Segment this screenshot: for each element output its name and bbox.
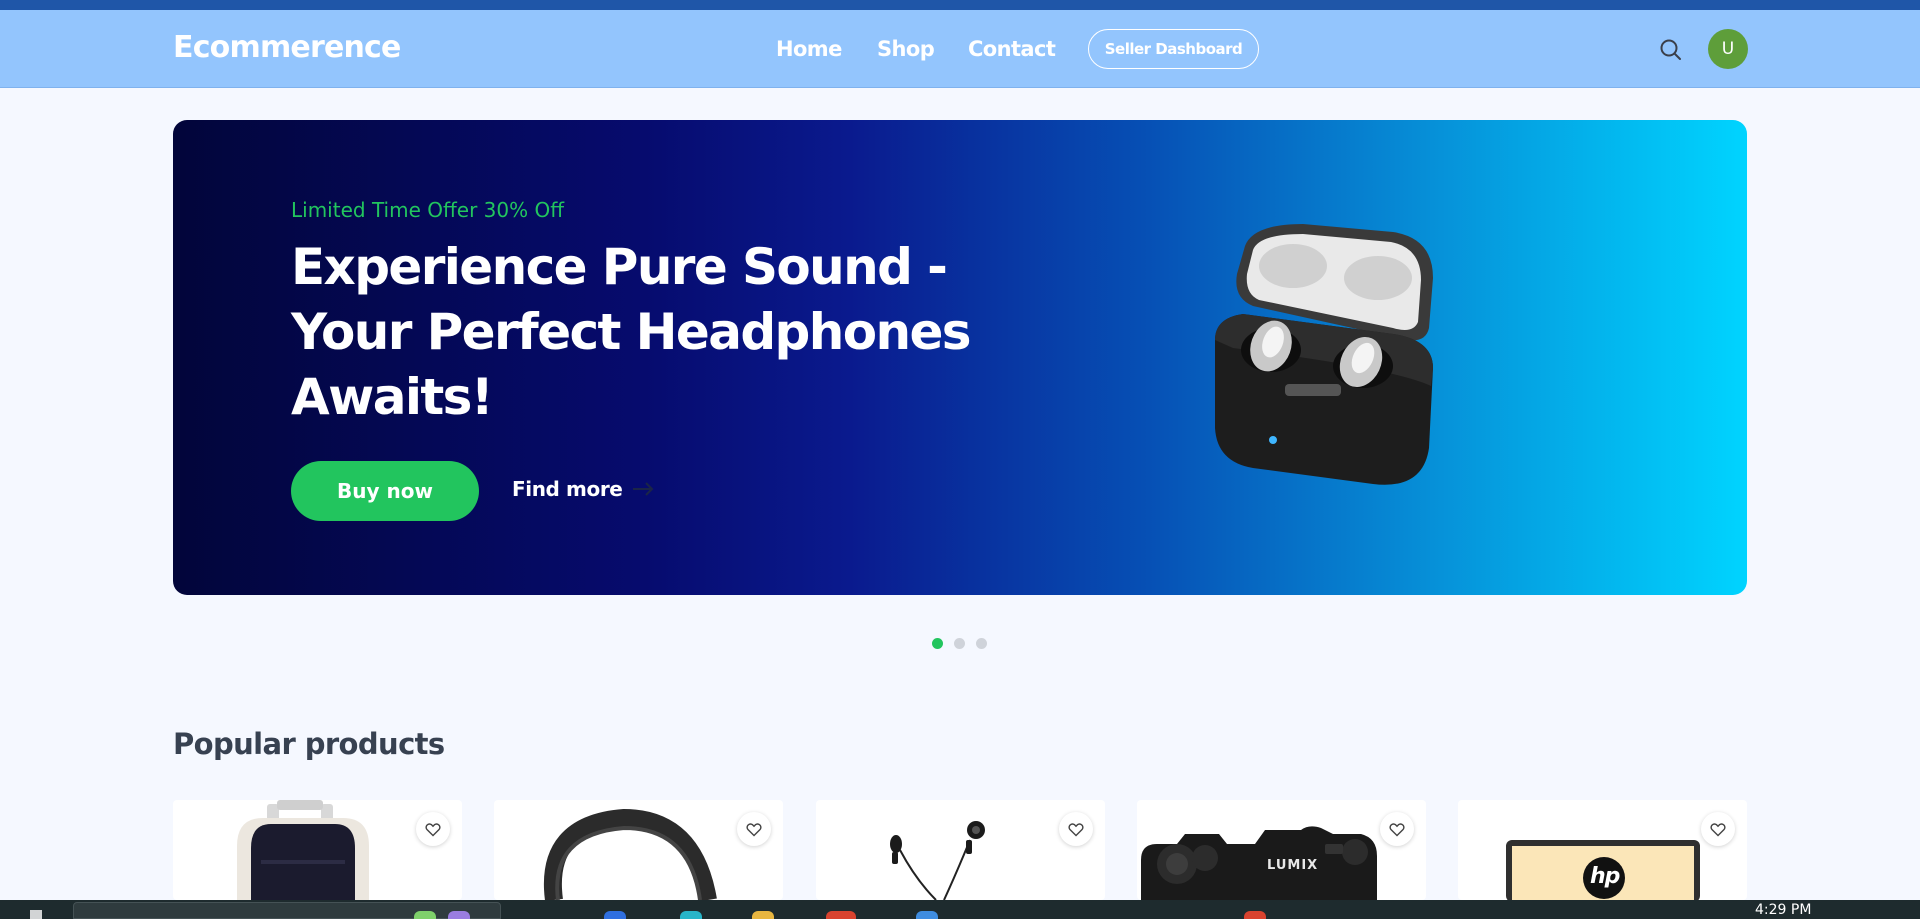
hero-offer: Limited Time Offer 30% Off <box>291 198 564 222</box>
taskbar-app-icon[interactable] <box>752 911 774 919</box>
wishlist-button[interactable] <box>1701 812 1735 846</box>
windows-start-icon[interactable] <box>30 910 42 919</box>
hero-title: Experience Pure Sound - Your Perfect Hea… <box>291 238 972 426</box>
taskbar-app-icon[interactable] <box>680 911 702 919</box>
nav-home[interactable]: Home <box>776 37 842 61</box>
navbar: Ecommerence Home Shop Contact Seller Das… <box>0 10 1920 88</box>
heart-icon <box>1710 822 1726 836</box>
product-list: LUMIX hp <box>173 800 1747 900</box>
find-more-link[interactable]: Find more <box>512 477 654 501</box>
carousel-dots <box>932 638 987 649</box>
camera-brand-label: LUMIX <box>1267 858 1319 873</box>
product-card[interactable] <box>816 800 1105 900</box>
backpack-image <box>237 800 369 900</box>
headphones-image <box>543 808 717 900</box>
heart-icon <box>425 822 441 836</box>
hero-banner: Limited Time Offer 30% Off Experience Pu… <box>173 120 1747 595</box>
product-card[interactable] <box>173 800 462 900</box>
browser-top-strip <box>0 0 1920 10</box>
taskbar-app-icon[interactable] <box>414 911 436 919</box>
taskbar-app-icon[interactable] <box>1244 911 1266 919</box>
wishlist-button[interactable] <box>416 812 450 846</box>
seller-dashboard-button[interactable]: Seller Dashboard <box>1088 29 1259 69</box>
product-card[interactable]: LUMIX <box>1137 800 1426 900</box>
arrow-right-icon <box>633 482 654 496</box>
taskbar-app-icon[interactable] <box>604 911 626 919</box>
logo[interactable]: Ecommerence <box>173 30 401 65</box>
wishlist-button[interactable] <box>1059 812 1093 846</box>
popular-products-title: Popular products <box>173 727 445 761</box>
wishlist-button[interactable] <box>737 812 771 846</box>
nav-contact[interactable]: Contact <box>968 37 1056 61</box>
user-avatar[interactable]: U <box>1708 29 1748 69</box>
buy-now-button[interactable]: Buy now <box>291 461 479 521</box>
taskbar-search-box[interactable] <box>73 902 501 919</box>
camera-image <box>1141 826 1377 900</box>
taskbar-app-icon[interactable] <box>916 911 938 919</box>
product-card[interactable] <box>494 800 783 900</box>
laptop-brand-label: hp <box>1590 864 1620 889</box>
product-card[interactable]: hp <box>1458 800 1747 900</box>
nav-shop[interactable]: Shop <box>877 37 935 61</box>
search-icon[interactable] <box>1658 37 1684 63</box>
os-taskbar: 4:29 PM <box>0 900 1920 919</box>
earbuds-case-image <box>1215 224 1433 485</box>
heart-icon <box>1068 822 1084 836</box>
find-more-label: Find more <box>512 477 623 501</box>
carousel-dot-3[interactable] <box>976 638 987 649</box>
carousel-dot-2[interactable] <box>954 638 965 649</box>
taskbar-clock: 4:29 PM <box>1755 902 1812 918</box>
heart-icon <box>1389 822 1405 836</box>
carousel-dot-1[interactable] <box>932 638 943 649</box>
heart-icon <box>746 822 762 836</box>
earphones-image <box>890 821 985 900</box>
taskbar-app-icon[interactable] <box>448 911 470 919</box>
taskbar-browser-icon[interactable] <box>826 911 856 919</box>
wishlist-button[interactable] <box>1380 812 1414 846</box>
